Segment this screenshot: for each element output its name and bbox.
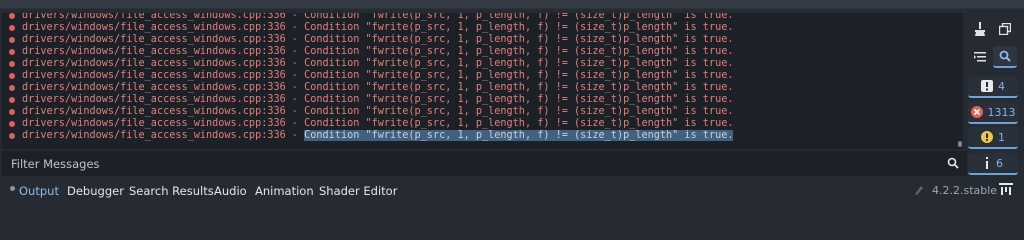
broom-icon <box>975 22 985 36</box>
error-dot-icon <box>9 85 15 91</box>
filter-messages-toggle[interactable]: 4 <box>968 76 1018 98</box>
error-dot-icon <box>9 121 15 127</box>
log-line[interactable]: drivers/windows/file_access_windows.cpp:… <box>2 13 963 22</box>
error-dot-icon <box>9 13 15 19</box>
error-icon <box>970 106 983 118</box>
warnings-count: 1 <box>998 130 1005 144</box>
error-dot-icon <box>9 109 15 115</box>
toggle-search-button[interactable] <box>993 46 1017 68</box>
log-text: drivers/windows/file_access_windows.cpp:… <box>22 130 305 141</box>
error-dot-icon <box>9 61 15 67</box>
log-text: drivers/windows/file_access_windows.cpp:… <box>22 70 734 81</box>
selected-text: Condition "fwrite(p_src, 1, p_length, f)… <box>304 130 734 141</box>
warning-icon <box>981 131 993 143</box>
info-icon <box>983 157 991 169</box>
log-line[interactable]: drivers/windows/file_access_windows.cpp:… <box>2 22 963 34</box>
errors-count: 1313 <box>987 105 1016 119</box>
log-line[interactable]: drivers/windows/file_access_windows.cpp:… <box>2 34 963 46</box>
tab-debugger[interactable]: Debugger <box>67 184 124 198</box>
log-text: drivers/windows/file_access_windows.cpp:… <box>22 82 734 93</box>
bottom-panel-tabs: Output Debugger Search Results Audio Ani… <box>0 179 1024 202</box>
log-line[interactable]: drivers/windows/file_access_windows.cpp:… <box>2 94 963 106</box>
filter-messages-input[interactable] <box>2 151 967 176</box>
search-icon <box>947 157 959 169</box>
log-line[interactable]: drivers/windows/file_access_windows.cpp:… <box>2 130 963 142</box>
log-line[interactable]: drivers/windows/file_access_windows.cpp:… <box>2 106 963 118</box>
update-spinner-icon <box>915 186 923 195</box>
error-dot-icon <box>9 97 15 103</box>
tab-animation[interactable]: Animation <box>255 184 314 198</box>
log-line[interactable]: drivers/windows/file_access_windows.cpp:… <box>2 82 963 94</box>
divider <box>0 8 1024 9</box>
error-dot-icon <box>9 49 15 55</box>
message-icon <box>981 80 993 92</box>
log-line[interactable]: drivers/windows/file_access_windows.cpp:… <box>2 58 963 70</box>
filter-errors-toggle[interactable]: 1313 <box>968 102 1018 124</box>
scrollbar-thumb[interactable] <box>958 141 962 147</box>
tab-audio[interactable]: Audio <box>214 184 247 198</box>
messages-count: 4 <box>998 79 1005 93</box>
log-text: drivers/windows/file_access_windows.cpp:… <box>22 94 734 105</box>
error-dot-icon <box>9 133 15 139</box>
pin-panel-icon[interactable] <box>999 183 1013 195</box>
copy-button[interactable] <box>993 18 1017 40</box>
filter-editor-toggle[interactable]: 6 <box>968 153 1018 175</box>
editor-count: 6 <box>996 156 1003 170</box>
log-text: drivers/windows/file_access_windows.cpp:… <box>22 13 734 21</box>
log-scrollbar[interactable] <box>956 13 963 149</box>
error-dot-icon <box>9 73 15 79</box>
tab-shader-editor[interactable]: Shader Editor <box>319 184 397 198</box>
filter-warnings-toggle[interactable]: 1 <box>968 127 1018 149</box>
log-text: drivers/windows/file_access_windows.cpp:… <box>22 46 734 57</box>
clear-output-button[interactable] <box>968 18 992 40</box>
log-text: drivers/windows/file_access_windows.cpp:… <box>22 106 734 117</box>
filter-row <box>0 151 969 176</box>
output-log[interactable]: drivers/windows/file_access_windows.cpp:… <box>2 13 963 149</box>
tab-output[interactable]: Output <box>19 184 59 198</box>
collapse-icon <box>974 52 986 62</box>
log-line[interactable]: drivers/windows/file_access_windows.cpp:… <box>2 70 963 82</box>
error-dot-icon <box>9 37 15 43</box>
log-text: drivers/windows/file_access_windows.cpp:… <box>22 118 734 129</box>
log-text: drivers/windows/file_access_windows.cpp:… <box>22 22 734 33</box>
error-dot-icon <box>9 25 15 31</box>
search-icon <box>999 50 1011 62</box>
log-line[interactable]: drivers/windows/file_access_windows.cpp:… <box>2 118 963 130</box>
tab-search-results[interactable]: Search Results <box>129 184 214 198</box>
version-label: 4.2.2.stable <box>932 184 998 197</box>
log-line[interactable]: drivers/windows/file_access_windows.cpp:… <box>2 46 963 58</box>
collapse-duplicates-button[interactable] <box>968 46 992 68</box>
log-text: drivers/windows/file_access_windows.cpp:… <box>22 34 734 45</box>
log-text: drivers/windows/file_access_windows.cpp:… <box>22 58 734 69</box>
top-bar <box>0 0 1024 9</box>
copy-icon <box>999 23 1011 35</box>
